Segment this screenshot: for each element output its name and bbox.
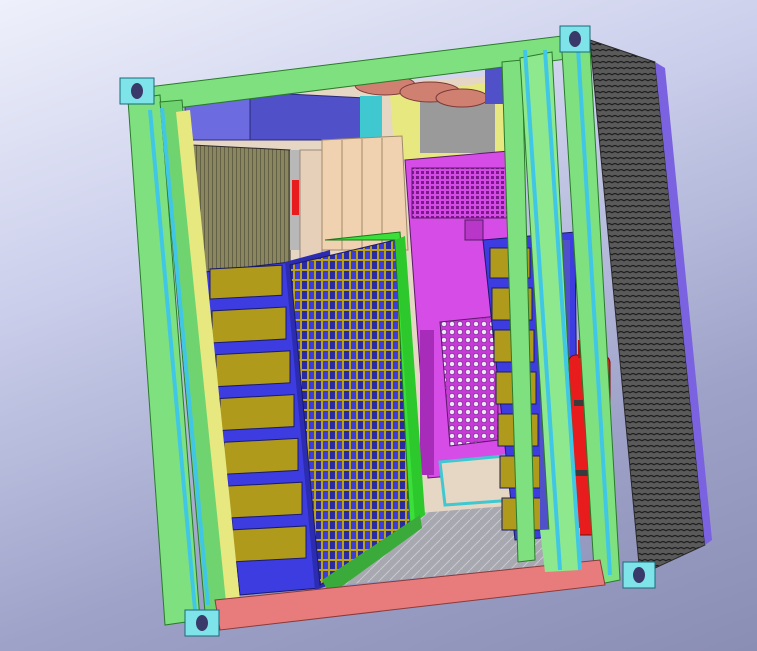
air-conditioner: [191, 144, 323, 273]
cad-model-viewport[interactable]: [0, 0, 757, 651]
